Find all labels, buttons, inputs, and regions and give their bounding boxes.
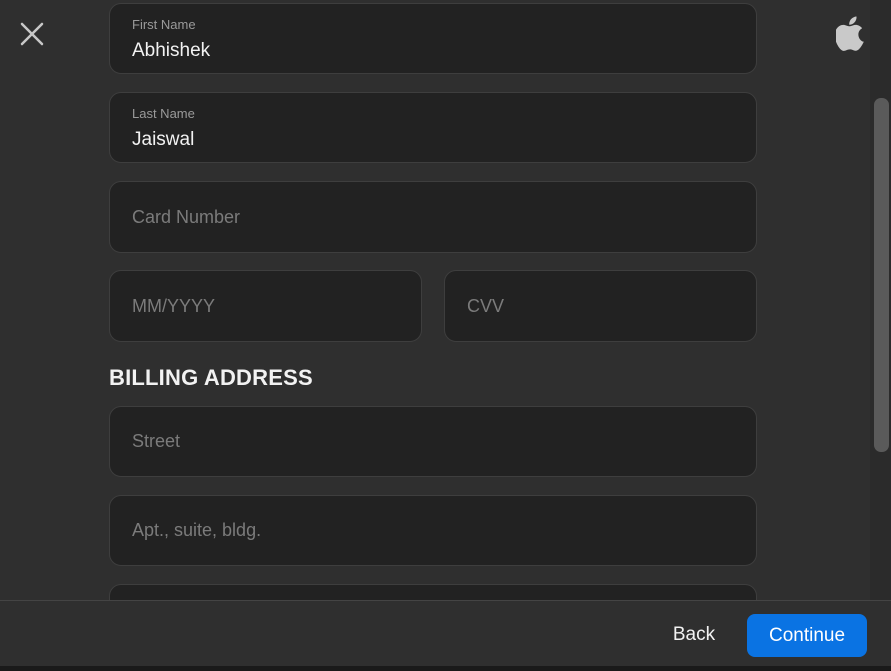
window-bottom-edge: [0, 666, 891, 671]
next-address-field[interactable]: [109, 584, 757, 600]
apple-logo-icon: [836, 16, 864, 51]
expiry-placeholder: MM/YYYY: [132, 295, 216, 316]
first-name-label: First Name: [132, 17, 196, 32]
last-name-label: Last Name: [132, 106, 195, 121]
card-number-placeholder: Card Number: [132, 206, 241, 227]
back-button[interactable]: Back: [656, 614, 732, 656]
card-number-field[interactable]: Card Number: [109, 181, 757, 253]
first-name-value[interactable]: Abhishek: [132, 40, 210, 62]
first-name-field[interactable]: First Name Abhishek: [109, 3, 757, 74]
form-scroll-area[interactable]: First Name Abhishek Last Name Jaiswal Ca…: [0, 0, 870, 600]
payment-dialog: First Name Abhishek Last Name Jaiswal Ca…: [0, 0, 891, 671]
billing-address-heading: BILLING ADDRESS: [109, 365, 313, 390]
apt-suite-placeholder: Apt., suite, bldg.: [132, 520, 262, 540]
apt-suite-field[interactable]: Apt., suite, bldg.: [109, 495, 757, 566]
last-name-field[interactable]: Last Name Jaiswal: [109, 92, 757, 163]
close-button[interactable]: [14, 16, 50, 52]
close-icon: [20, 22, 44, 46]
street-placeholder: Street: [132, 431, 181, 451]
expiry-field[interactable]: MM/YYYY: [109, 270, 422, 342]
cvv-placeholder: CVV: [467, 295, 505, 316]
scrollbar-thumb[interactable]: [874, 98, 889, 452]
last-name-value[interactable]: Jaiswal: [132, 129, 194, 151]
continue-button[interactable]: Continue: [747, 614, 867, 657]
street-field[interactable]: Street: [109, 406, 757, 477]
dialog-footer: Back Continue: [0, 600, 891, 671]
cvv-field[interactable]: CVV: [444, 270, 757, 342]
